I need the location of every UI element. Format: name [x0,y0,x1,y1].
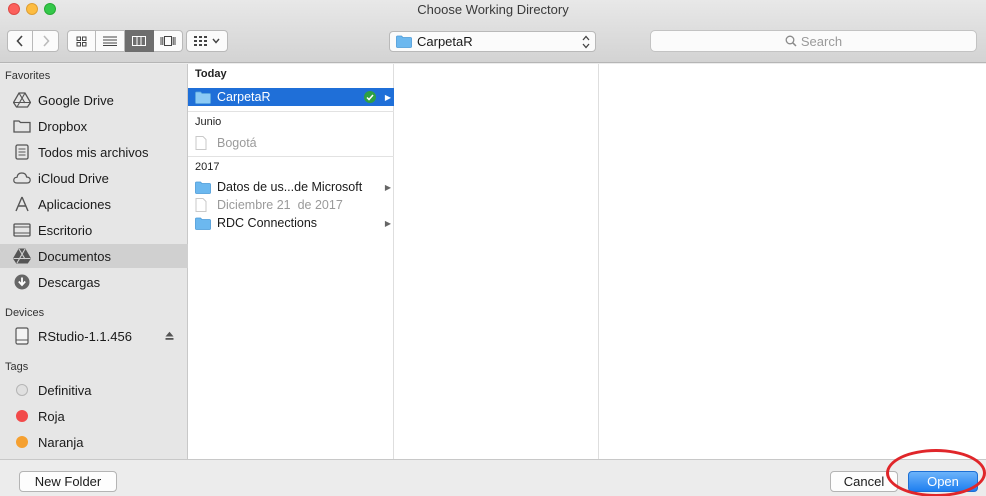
column-view-button[interactable] [125,30,154,52]
disclosure-arrow-icon: ▶ [384,92,391,102]
sidebar-tag-definitiva[interactable]: Definitiva [0,378,188,402]
list-view-button[interactable] [96,30,125,52]
titlebar: Choose Working Directory CarpetaR Search [0,0,986,63]
folder-icon [396,35,412,48]
group-header-junio: Junio [188,111,394,131]
search-field[interactable]: Search [650,30,977,52]
sidebar-item-all-files[interactable]: Todos mis archivos [0,140,188,164]
cover-flow-icon [160,36,176,46]
sidebar-item-label: Google Drive [38,92,114,108]
sidebar-item-label: Todos mis archivos [38,144,149,160]
browser-column-2 [394,64,599,459]
choose-directory-dialog: Choose Working Directory CarpetaR Search… [0,0,986,496]
sidebar-item-label: Documentos [38,248,111,264]
column-view-icon [132,36,146,46]
sidebar: Favorites Google Drive Dropbox Todos mis… [0,64,188,459]
window-title: Choose Working Directory [417,2,569,17]
sidebar-item-label: RStudio-1.1.456 [38,328,132,344]
list-item-rdc-connections[interactable]: RDC Connections ▶ [188,214,394,232]
eject-icon[interactable] [165,331,174,342]
list-view-icon [103,36,117,46]
disk-icon [12,327,32,345]
group-header-2017: 2017 [188,156,394,176]
sidebar-item-desktop[interactable]: Escritorio [0,218,188,242]
tag-label: Definitiva [38,382,92,398]
arrange-menu-button[interactable] [186,30,228,52]
arrange-grid-icon [194,36,207,46]
chevron-left-icon [16,35,23,47]
list-item-label: Bogotá [217,136,257,150]
forward-button[interactable] [33,30,59,52]
tags-header: Tags [5,361,29,373]
list-item-diciembre[interactable]: Diciembre 21 de 2017 [188,196,394,214]
cloud-icon [12,169,32,187]
devices-header: Devices [5,307,45,319]
sidebar-item-label: Aplicaciones [38,196,111,212]
open-button[interactable]: Open [908,471,978,492]
folder-icon [195,180,211,194]
path-popup[interactable]: CarpetaR [389,31,596,52]
sidebar-item-applications[interactable]: Aplicaciones [0,192,188,216]
disclosure-arrow-icon: ▶ [384,218,391,228]
cover-flow-button[interactable] [154,30,183,52]
sidebar-item-label: Descargas [38,274,101,290]
all-files-icon [12,143,32,161]
sidebar-item-label: Dropbox [38,118,88,134]
download-icon [12,273,32,291]
desktop-icon [12,221,32,239]
sidebar-item-documents[interactable]: Documentos [0,244,188,268]
sidebar-item-rstudio-device[interactable]: RStudio-1.1.456 [0,324,188,348]
dialog-footer: New Folder Cancel Open [0,459,986,496]
list-item-carpetar[interactable]: CarpetaR ▶ [188,88,394,106]
tag-dot-icon [12,433,32,451]
search-icon [785,35,797,47]
new-folder-button[interactable]: New Folder [19,471,117,492]
document-icon [195,136,211,150]
group-header-today: Today [195,68,227,80]
sidebar-item-downloads[interactable]: Descargas [0,270,188,294]
sidebar-item-google-drive[interactable]: Google Drive [0,88,188,112]
sidebar-tag-roja[interactable]: Roja [0,404,188,428]
path-popup-label: CarpetaR [417,34,473,49]
list-item-label: Datos de us...de Microsoft [217,180,363,194]
chevron-down-icon [212,38,220,44]
favorites-header: Favorites [5,70,51,82]
list-item-label: RDC Connections [217,216,318,230]
updown-arrows-icon [582,35,590,49]
google-drive-icon [12,91,32,109]
tag-label: Naranja [38,434,84,450]
list-item-datos-microsoft[interactable]: Datos de us...de Microsoft ▶ [188,178,394,196]
sidebar-item-label: Escritorio [38,222,93,238]
icon-view-icon [76,36,87,46]
folder-icon [195,90,211,104]
icon-view-button[interactable] [67,30,96,52]
folder-icon [12,117,32,135]
check-icon [364,91,376,103]
google-drive-icon [12,247,32,265]
tag-dot-icon [12,407,32,425]
disclosure-arrow-icon: ▶ [384,182,391,192]
sidebar-item-dropbox[interactable]: Dropbox [0,114,188,138]
tag-dot-icon [12,381,32,399]
list-item-label: CarpetaR [217,90,271,104]
browser-column-3 [599,64,986,459]
cancel-button[interactable]: Cancel [830,471,898,492]
applications-icon [12,195,32,213]
browser-column-1: Today CarpetaR ▶ Junio Bogotá 2017 Datos… [188,64,394,459]
sidebar-item-icloud-drive[interactable]: iCloud Drive [0,166,188,190]
document-icon [195,198,211,212]
back-button[interactable] [7,30,33,52]
tag-label: Roja [38,408,65,424]
view-mode-segmented-control [67,30,183,52]
chevron-right-icon [42,35,50,47]
list-item-bogota[interactable]: Bogotá [188,134,394,152]
sidebar-item-label: iCloud Drive [38,170,109,186]
folder-icon [195,216,211,230]
list-item-label: Diciembre 21 de 2017 [217,198,343,212]
sidebar-tag-naranja[interactable]: Naranja [0,430,188,454]
search-placeholder: Search [800,33,843,49]
